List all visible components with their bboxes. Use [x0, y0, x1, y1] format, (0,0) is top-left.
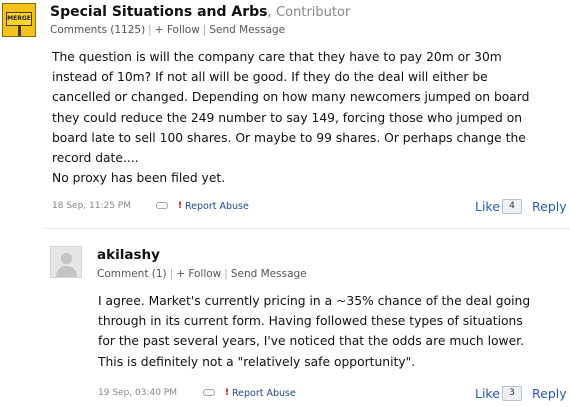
author-avatar[interactable]: MERGE	[2, 3, 36, 37]
like-button[interactable]: Like	[475, 199, 500, 214]
meta-separator: |	[169, 268, 174, 280]
comment-line: The question is will the company care th…	[52, 50, 502, 64]
comment-timestamp: 19 Sep, 03:40 PM	[98, 388, 177, 398]
follow-link[interactable]: + Follow	[176, 268, 221, 280]
reply-button[interactable]: Reply	[532, 199, 567, 214]
comment-line: cancelled or changed. Depending on how m…	[52, 90, 530, 105]
reply-button[interactable]: Reply	[532, 386, 567, 401]
report-abuse-link[interactable]: Report Abuse	[232, 388, 296, 399]
default-avatar[interactable]	[50, 246, 82, 278]
send-message-link[interactable]: Send Message	[209, 24, 285, 36]
send-message-link[interactable]: Send Message	[231, 268, 307, 280]
meta-separator: |	[224, 268, 228, 280]
comment-author-line: Special Situations and Arbs, Contributor	[50, 4, 350, 20]
author-meta-links: Comment (1) | + Follow | Send Message	[97, 268, 307, 280]
comment-line: This is definitely not a "relatively saf…	[98, 354, 416, 369]
comment-body: The question is will the company care th…	[52, 47, 529, 188]
comment-line: No proxy has been filed yet.	[52, 171, 226, 186]
user-silhouette-icon	[61, 253, 72, 264]
sign-post-icon	[18, 26, 21, 36]
comment-line: board late to sell 100 shares. Or maybe …	[52, 130, 526, 145]
comment-line: for the past several years, I've noticed…	[98, 334, 524, 349]
author-name-link[interactable]: Special Situations and Arbs	[50, 4, 268, 20]
comment-line: they could reduce the 249 number to say …	[52, 110, 523, 125]
comment-line: instead of 10m? If not all will be good.…	[52, 70, 488, 85]
comment-line: I agree. Market's currently pricing in a…	[98, 294, 531, 308]
follow-link[interactable]: + Follow	[155, 24, 200, 36]
comment-body: I agree. Market's currently pricing in a…	[98, 291, 530, 372]
meta-separator: |	[148, 24, 152, 36]
merge-sign-icon: MERGE	[6, 12, 32, 26]
report-abuse-link[interactable]: Report Abuse	[185, 201, 249, 212]
permalink-icon[interactable]	[156, 202, 168, 209]
report-flag-icon: !	[178, 201, 183, 211]
comment-divider	[45, 228, 570, 229]
comment-line: through in its current form. Having foll…	[98, 314, 523, 329]
role-separator: ,	[267, 5, 272, 20]
author-meta-links: Comments (1125) | + Follow | Send Message	[50, 24, 285, 36]
comment-line: record date....	[52, 151, 139, 166]
like-button[interactable]: Like	[475, 386, 500, 401]
report-flag-icon: !	[225, 388, 230, 398]
comments-count-link[interactable]: Comments (1125)	[50, 24, 145, 36]
comments-count-link[interactable]: Comment (1)	[97, 268, 167, 280]
comment-timestamp: 18 Sep, 11:25 PM	[52, 201, 131, 211]
like-count-badge: 3	[502, 386, 522, 401]
meta-separator: |	[202, 24, 207, 36]
like-count-badge: 4	[502, 199, 522, 214]
author-role: Contributor	[276, 5, 351, 20]
author-name-link[interactable]: akilashy	[97, 247, 160, 263]
permalink-icon[interactable]	[203, 389, 215, 396]
